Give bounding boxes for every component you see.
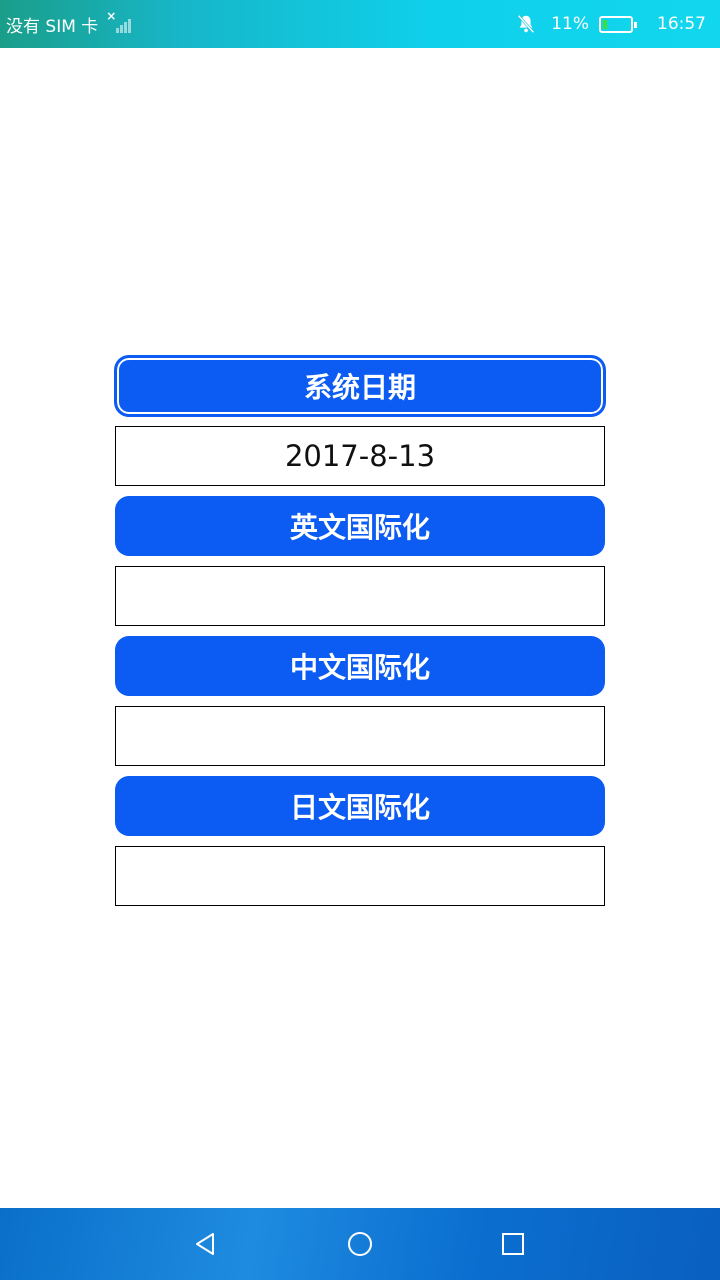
status-bar: 没有 SIM 卡 × 11% 16:57 bbox=[0, 0, 720, 48]
carrier-text: 没有 SIM 卡 bbox=[6, 16, 99, 37]
system-date-output: 2017-8-13 bbox=[115, 426, 605, 486]
battery-percent: 11% bbox=[551, 14, 589, 34]
english-i18n-output bbox=[115, 566, 605, 626]
battery-icon bbox=[599, 15, 637, 33]
status-right: 11% 16:57 bbox=[515, 0, 706, 48]
bell-off-icon bbox=[517, 14, 535, 34]
back-triangle-icon bbox=[196, 1233, 214, 1255]
recents-square-icon bbox=[502, 1233, 524, 1255]
chinese-i18n-button[interactable]: 中文国际化 bbox=[115, 636, 605, 696]
japanese-i18n-button[interactable]: 日文国际化 bbox=[115, 776, 605, 836]
japanese-i18n-output bbox=[115, 846, 605, 906]
back-button[interactable] bbox=[184, 1222, 228, 1266]
home-circle-icon bbox=[348, 1232, 372, 1256]
navigation-bar bbox=[0, 1208, 720, 1280]
clock-time: 16:57 bbox=[657, 14, 706, 34]
system-date-button[interactable]: 系统日期 bbox=[115, 356, 605, 416]
main-content: 系统日期 2017-8-13 英文国际化 中文国际化 日文国际化 bbox=[115, 356, 605, 916]
no-signal-icon: × bbox=[106, 9, 132, 35]
home-button[interactable] bbox=[338, 1222, 382, 1266]
english-i18n-button[interactable]: 英文国际化 bbox=[115, 496, 605, 556]
chinese-i18n-output bbox=[115, 706, 605, 766]
status-left: 没有 SIM 卡 × bbox=[6, 0, 132, 48]
recents-button[interactable] bbox=[491, 1222, 535, 1266]
